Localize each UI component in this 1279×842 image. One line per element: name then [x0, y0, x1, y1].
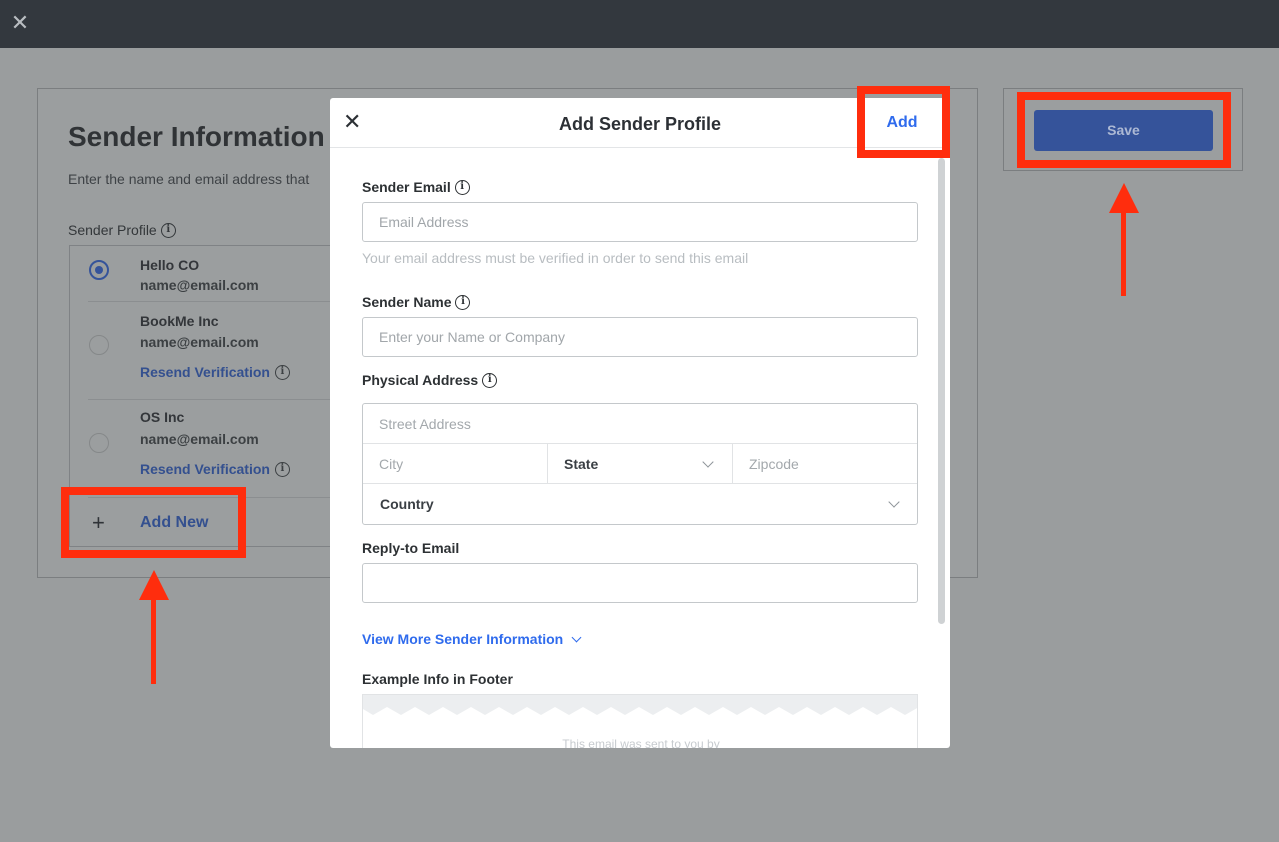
info-icon[interactable]: i	[482, 372, 498, 388]
highlight-box-add-new	[61, 487, 246, 558]
country-select[interactable]: Country	[364, 484, 917, 524]
profile-email: name@email.com	[140, 277, 259, 293]
radio-selected[interactable]	[89, 260, 109, 280]
page-title: Sender Information	[68, 121, 325, 152]
info-icon[interactable]: i	[274, 461, 290, 477]
view-more-sender-info-link[interactable]: View More Sender Information	[362, 631, 582, 647]
sender-name-label: Sender Name i	[362, 294, 471, 310]
address-block: Street Address City State Zipcode Countr…	[362, 403, 918, 525]
add-sender-profile-modal: ✕ Add Sender Profile Add Sender Email i …	[330, 98, 950, 748]
reply-to-label-text: Reply-to Email	[362, 540, 460, 556]
info-icon[interactable]: i	[454, 179, 470, 195]
arrow-up-icon	[139, 570, 169, 600]
state-select-value: State	[564, 456, 599, 472]
arrow-up-icon	[1109, 183, 1139, 213]
info-icon[interactable]: i	[274, 364, 290, 380]
arrow-shaft	[1121, 211, 1126, 296]
sender-profile-label-text: Sender Profile	[68, 222, 157, 238]
profile-name: BookMe Inc	[140, 313, 219, 329]
zipcode-input[interactable]: Zipcode	[733, 444, 917, 484]
arrow-shaft	[151, 598, 156, 684]
country-row: Country	[363, 484, 917, 524]
reply-to-label: Reply-to Email	[362, 540, 459, 556]
resend-verification-text[interactable]: Resend Verification	[140, 461, 270, 477]
scrollbar[interactable]	[938, 158, 945, 624]
info-icon[interactable]: i	[160, 222, 176, 238]
chevron-down-icon	[571, 632, 582, 642]
sender-email-input[interactable]: Email Address	[362, 202, 918, 242]
physical-address-label: Physical Address i	[362, 372, 498, 388]
sender-name-input[interactable]: Enter your Name or Company	[362, 317, 918, 357]
sender-email-label: Sender Email i	[362, 179, 470, 195]
country-select-value: Country	[380, 496, 434, 512]
chevron-down-icon	[888, 496, 900, 508]
sender-email-help: Your email address must be verified in o…	[362, 250, 749, 266]
state-select[interactable]: State	[548, 444, 733, 484]
top-bar: ✕	[0, 0, 1279, 48]
city-input[interactable]: City	[363, 444, 548, 484]
profile-email: name@email.com	[140, 334, 259, 350]
torn-edge-decoration	[363, 695, 917, 715]
profile-name: Hello CO	[140, 257, 200, 273]
divider	[88, 301, 370, 302]
city-state-zip-row: City State Zipcode	[363, 444, 917, 484]
profile-name: OS Inc	[140, 409, 185, 425]
profile-email: name@email.com	[140, 431, 259, 447]
resend-verification-link[interactable]: Resend Verification i	[140, 364, 290, 380]
radio-unselected[interactable]	[89, 335, 109, 355]
page-subtitle: Enter the name and email address that	[68, 171, 310, 187]
street-address-input[interactable]: Street Address	[363, 404, 917, 444]
resend-verification-link[interactable]: Resend Verification i	[140, 461, 290, 477]
view-more-label[interactable]: View More Sender Information	[362, 631, 563, 647]
highlight-box-add	[857, 86, 950, 158]
reply-to-input[interactable]	[362, 563, 918, 603]
divider	[88, 399, 370, 400]
sender-email-label-text: Sender Email	[362, 179, 451, 195]
footer-example-label: Example Info in Footer	[362, 671, 513, 687]
info-icon[interactable]: i	[455, 294, 471, 310]
close-icon[interactable]: ✕	[10, 12, 30, 34]
footer-preview-text: This email was sent to you by	[562, 737, 720, 748]
sender-name-label-text: Sender Name	[362, 294, 452, 310]
physical-address-label-text: Physical Address	[362, 372, 479, 388]
street-row: Street Address	[363, 404, 917, 444]
highlight-box-save	[1017, 92, 1231, 168]
sender-profile-label: Sender Profile i	[68, 222, 176, 238]
radio-unselected[interactable]	[89, 433, 109, 453]
footer-preview: This email was sent to you by	[362, 694, 918, 748]
footer-example-label-text: Example Info in Footer	[362, 671, 513, 687]
resend-verification-text[interactable]: Resend Verification	[140, 364, 270, 380]
chevron-down-icon	[702, 456, 714, 468]
